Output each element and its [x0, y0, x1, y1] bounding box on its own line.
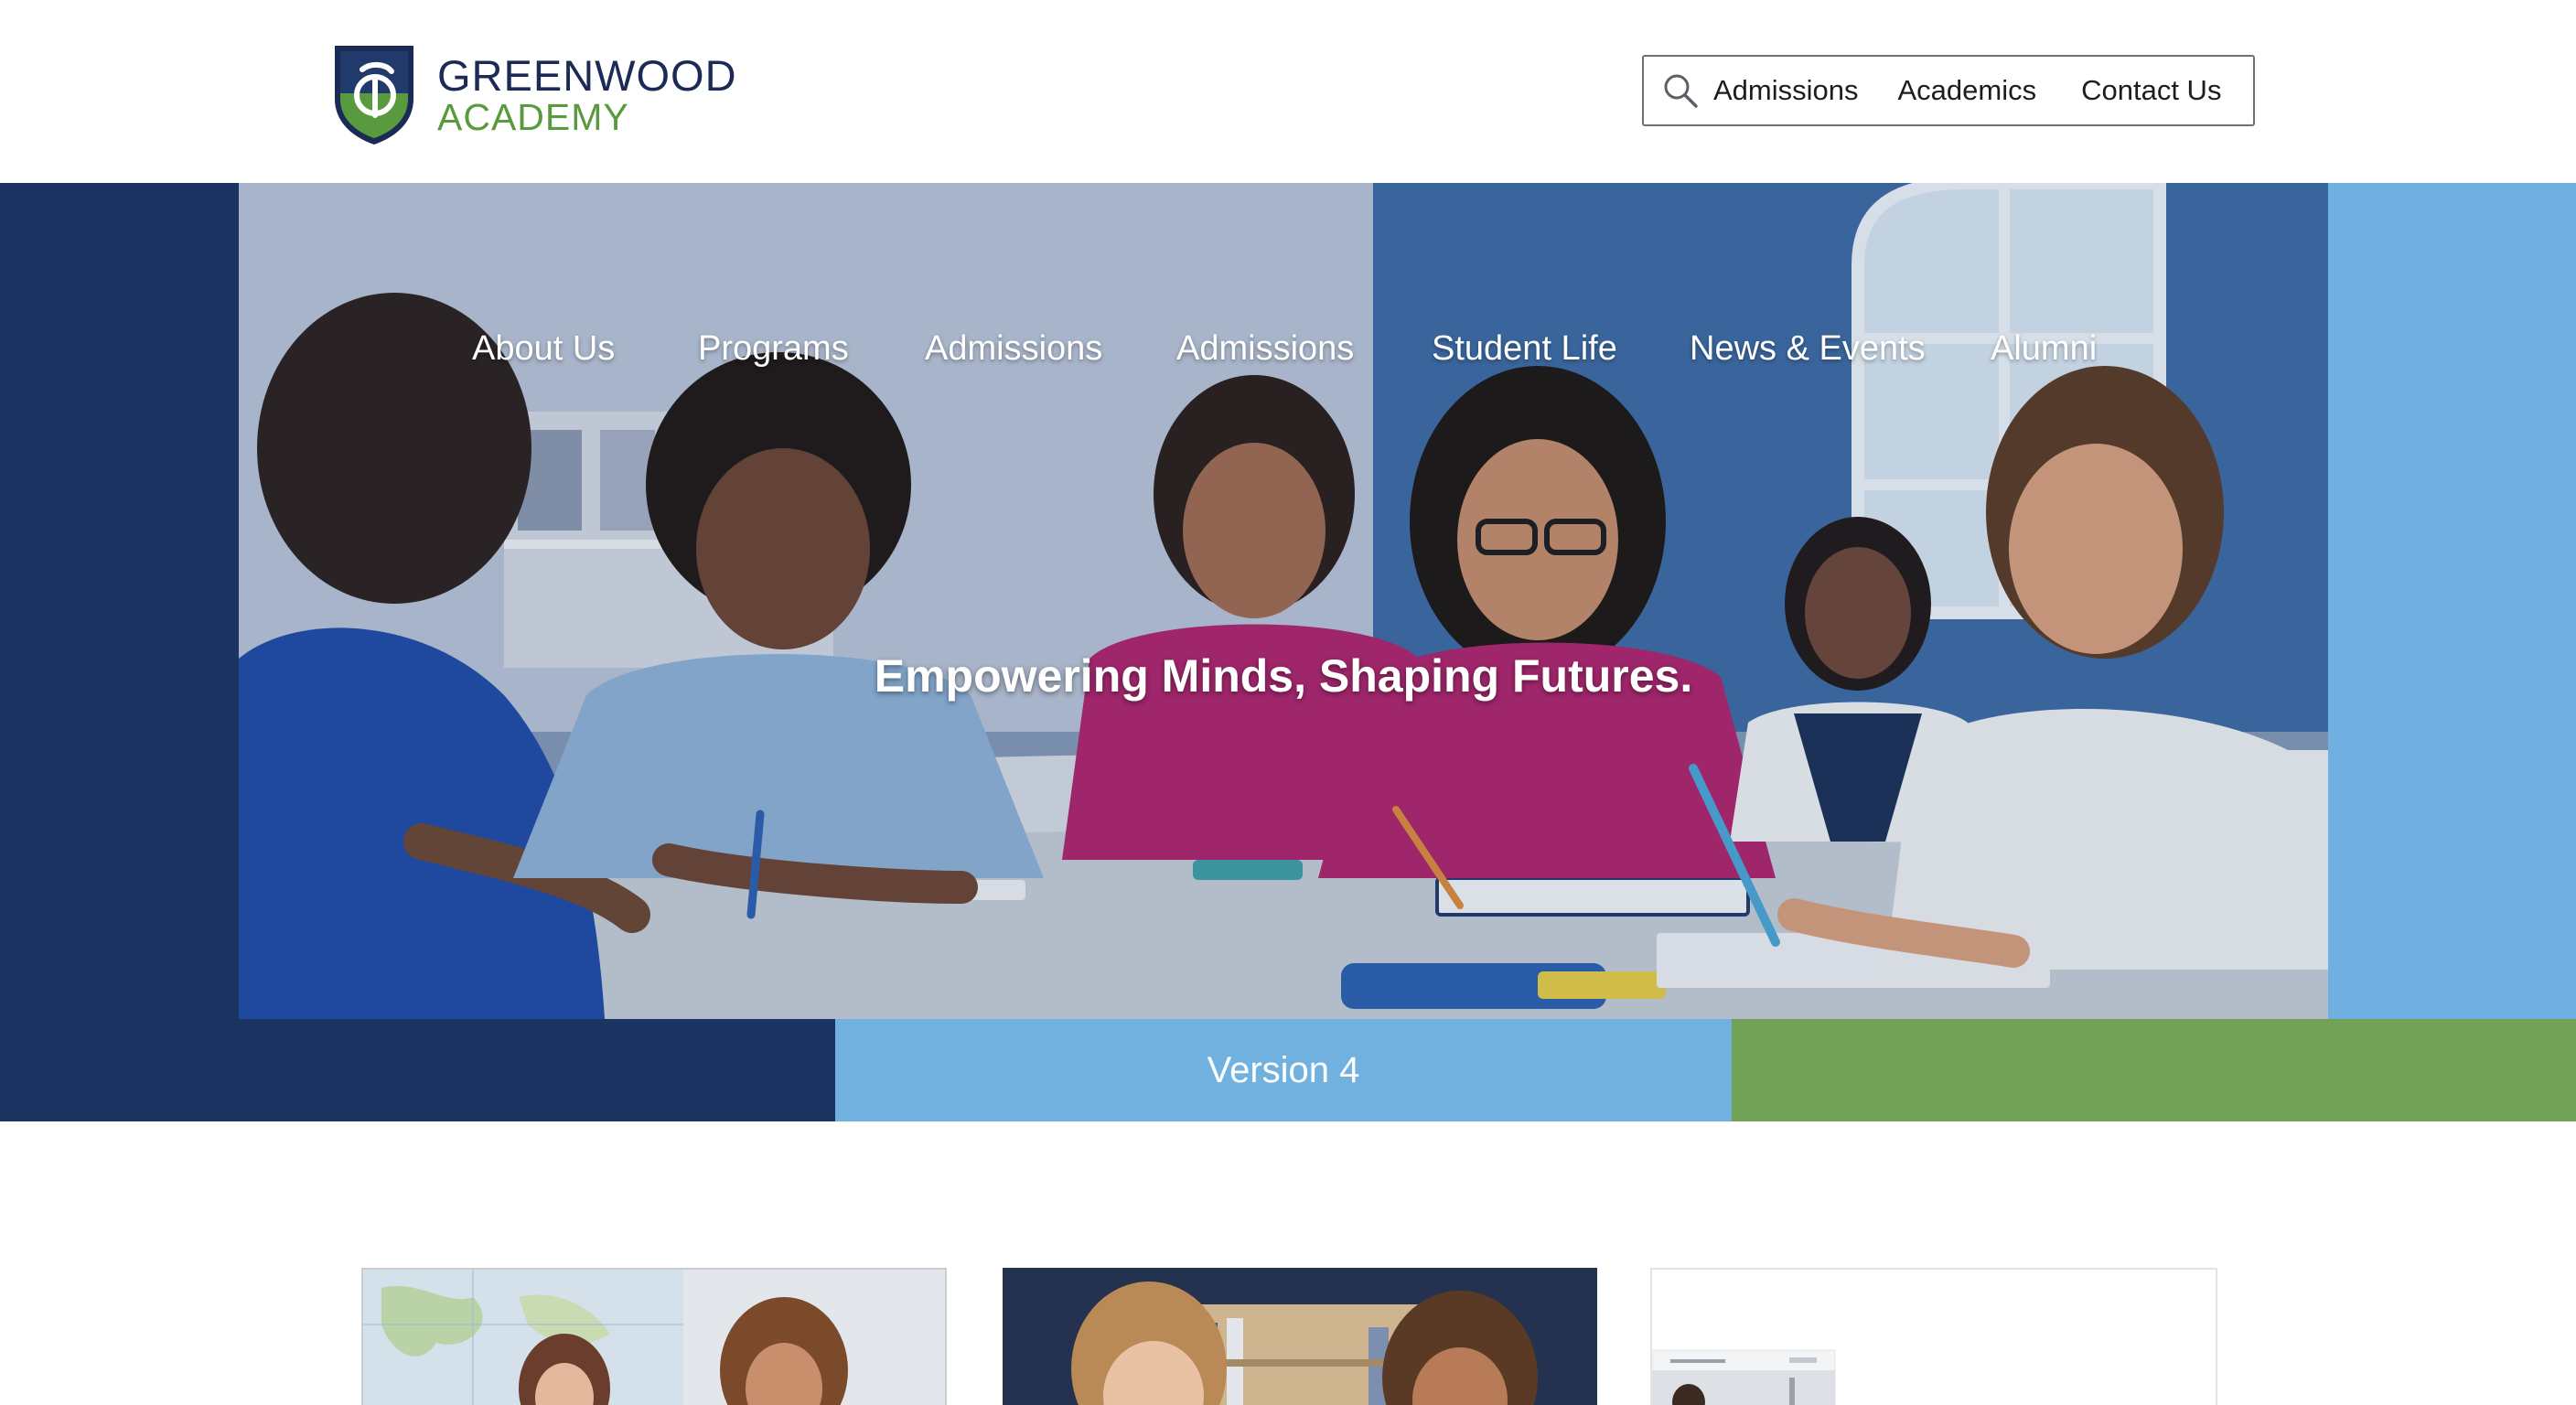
logo-name-line1: GREENWOOD [437, 51, 737, 100]
main-nav-alumni[interactable]: Alumni [1991, 329, 2097, 369]
search-icon[interactable] [1662, 72, 1699, 109]
main-nav-news-events[interactable]: News & Events [1690, 329, 1926, 369]
classroom-students-photo [239, 183, 2328, 1019]
hero-tagline: Empowering Minds, Shaping Futures. [874, 650, 1693, 702]
main-nav-student-life[interactable]: Student Life [1432, 329, 1617, 369]
students-in-library-photo [1003, 1268, 1597, 1405]
main-nav-admissions[interactable]: Admissions [925, 329, 1102, 369]
website-screenshot-thumbnail [1652, 1270, 2216, 1405]
strip-segment-navy [0, 1019, 835, 1121]
feature-card-3[interactable] [1650, 1268, 2217, 1405]
feature-card-1[interactable] [361, 1268, 947, 1405]
version-strip: Version 4 [835, 1019, 1732, 1121]
site-header: GREENWOOD ACADEMY Admissions Academics C… [0, 0, 2576, 183]
utility-nav-admissions[interactable]: Admissions [1713, 74, 1859, 107]
strip-segment-green [1732, 1019, 2576, 1121]
hero-banner: About Us Programs Admissions Admissions … [239, 183, 2328, 1019]
logo-name-line2: ACADEMY [437, 96, 629, 138]
version-label: Version 4 [1207, 1049, 1360, 1090]
main-nav-admissions-2[interactable]: Admissions [1176, 329, 1354, 369]
utility-nav-contact-us[interactable]: Contact Us [2081, 74, 2221, 107]
main-nav-about-us[interactable]: About Us [472, 329, 615, 369]
utility-nav: Admissions Academics Contact Us [1642, 55, 2255, 126]
site-logo[interactable]: GREENWOOD ACADEMY [331, 42, 737, 148]
logo-wordmark: GREENWOOD ACADEMY [437, 54, 737, 136]
hero-side-panel-right [2328, 183, 2576, 1019]
students-with-map-photo [363, 1270, 945, 1405]
feature-card-2[interactable] [1003, 1268, 1597, 1405]
main-nav: About Us Programs Admissions Admissions … [239, 329, 2328, 393]
main-nav-programs[interactable]: Programs [698, 329, 849, 369]
utility-nav-academics[interactable]: Academics [1898, 74, 2037, 107]
hero-side-panel-left [0, 183, 239, 1019]
shield-logo-icon [335, 46, 413, 145]
